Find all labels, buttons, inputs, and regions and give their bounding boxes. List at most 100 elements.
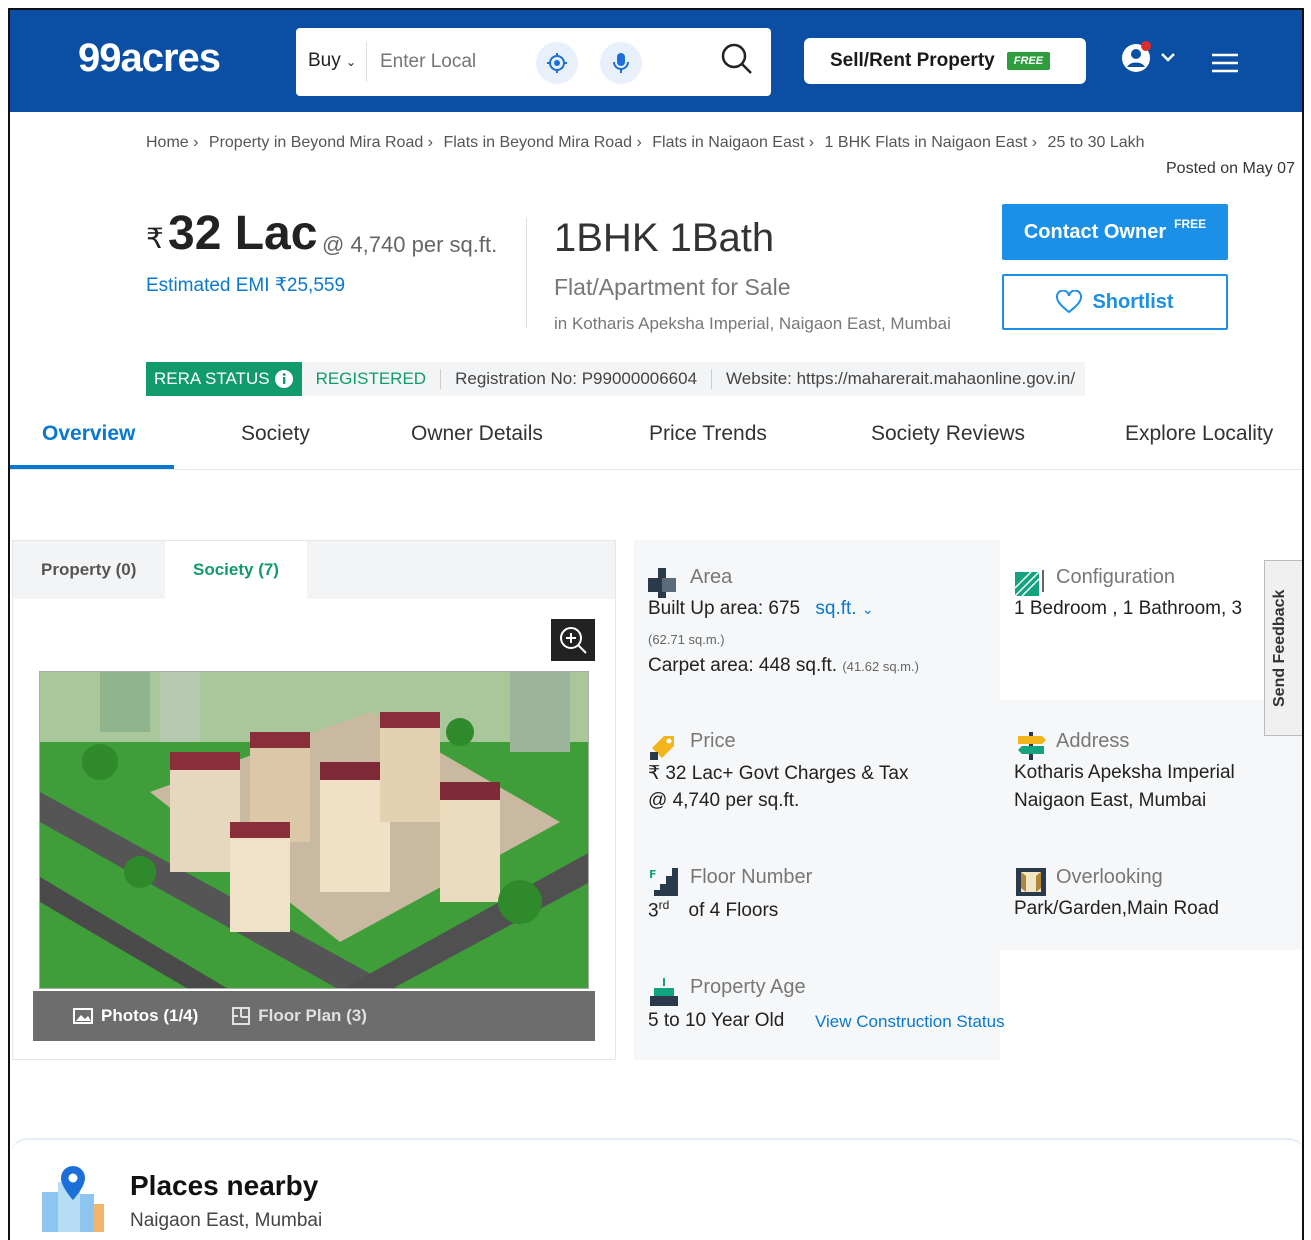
- cake-icon: [650, 978, 678, 1006]
- buy-dropdown[interactable]: Buy ⌄: [308, 50, 356, 72]
- posted-date: Posted on May 07: [1166, 160, 1295, 177]
- overlooking-label: Overlooking: [1056, 866, 1163, 888]
- contact-owner-button[interactable]: Contact Owner FREE: [1002, 204, 1228, 260]
- places-nearby-title: Places nearby: [130, 1170, 319, 1201]
- divider: [526, 218, 527, 328]
- configuration-icon: [1014, 570, 1044, 597]
- sell-rent-label: Sell/Rent Property: [830, 50, 995, 71]
- area-icon: [648, 568, 676, 598]
- rera-details: REGISTERED Registration No: P99000006604…: [301, 362, 1086, 396]
- location-target-icon: [547, 53, 567, 73]
- gallery-footer: Photos (1/4) Floor Plan (3): [33, 991, 595, 1041]
- active-tab-indicator: [10, 465, 174, 469]
- window-icon: [1016, 868, 1046, 896]
- zoom-in-icon: [560, 627, 587, 654]
- rera-bar: RERA STATUS REGISTERED Registration No: …: [146, 362, 1086, 396]
- places-nearby-section: Places nearby Naigaon East, Mumbai: [10, 1138, 1302, 1240]
- section-tabs: Overview Society Owner Details Price Tre…: [10, 410, 1302, 470]
- rera-website[interactable]: Website: https://maharerait.mahaonline.g…: [712, 369, 1085, 389]
- site-logo[interactable]: 99acres: [78, 36, 221, 81]
- listing-title: 1BHK 1Bath: [554, 216, 775, 260]
- tab-owner-details[interactable]: Owner Details: [411, 422, 543, 446]
- tab-society[interactable]: Society: [241, 422, 310, 446]
- unit-dropdown[interactable]: sq.ft. ⌄: [815, 598, 873, 619]
- estimated-emi-link[interactable]: Estimated EMI ₹25,559: [146, 274, 345, 297]
- listing-price: 32 Lac: [168, 207, 318, 260]
- floor-plan-button[interactable]: Floor Plan (3): [232, 1006, 367, 1026]
- floor-value: 3rd of 4 Floors: [648, 898, 778, 922]
- configuration-label: Configuration: [1056, 566, 1175, 588]
- browser-page: 99acres Buy ⌄ Sell/Rent Property FREE: [8, 8, 1304, 1240]
- floor-label: Floor Number: [690, 866, 813, 888]
- gallery-tab-property[interactable]: Property (0): [13, 541, 164, 599]
- breadcrumb-item[interactable]: Flats in Naigaon East ›: [652, 134, 814, 151]
- info-icon[interactable]: [274, 369, 294, 389]
- breadcrumb-item[interactable]: 1 BHK Flats in Naigaon East ›: [825, 134, 1038, 151]
- shortlist-label: Shortlist: [1092, 290, 1174, 313]
- built-up-sqm: (62.71 sq.m.): [648, 632, 725, 647]
- signpost-icon: [1018, 732, 1046, 760]
- microphone-icon: [613, 53, 629, 73]
- zoom-button[interactable]: [551, 619, 595, 661]
- divider: [366, 42, 367, 82]
- heart-icon: [1056, 290, 1083, 314]
- property-age-value: 5 to 10 Year Old: [648, 1010, 785, 1031]
- society-photo[interactable]: [39, 671, 589, 989]
- overlooking-value: Park/Garden,Main Road: [1014, 898, 1219, 919]
- view-construction-status-link[interactable]: View Construction Status: [815, 1012, 1005, 1032]
- tab-explore-locality[interactable]: Explore Locality: [1125, 422, 1273, 446]
- chevron-down-icon: ⌄: [346, 55, 357, 69]
- rera-status-label: RERA STATUS: [154, 369, 270, 388]
- breadcrumb-item[interactable]: 25 to 30 Lakh: [1048, 134, 1145, 151]
- hamburger-menu-button[interactable]: [1210, 52, 1240, 79]
- property-type: Flat/Apartment for Sale: [554, 274, 791, 300]
- price-label: Price: [690, 730, 736, 752]
- property-age-label: Property Age: [690, 976, 806, 998]
- tab-overview[interactable]: Overview: [42, 422, 135, 446]
- search-input[interactable]: [380, 44, 530, 80]
- area-label: Area: [690, 566, 733, 588]
- floor-suffix: rd: [658, 898, 670, 912]
- built-up-value: Built Up area: 675: [648, 598, 801, 619]
- gallery-tabs: Property (0) Society (7): [13, 541, 615, 599]
- free-badge: FREE: [1174, 217, 1207, 231]
- search-box: Buy ⌄: [296, 28, 771, 96]
- shortlist-button[interactable]: Shortlist: [1002, 274, 1228, 330]
- free-badge: FREE: [1006, 52, 1051, 70]
- property-location: in Kotharis Apeksha Imperial, Naigaon Ea…: [554, 314, 951, 333]
- floor-number: 3: [648, 900, 659, 922]
- rera-registered: REGISTERED: [302, 369, 442, 389]
- photo-gallery: Property (0) Society (7) Photos (1/4) Fl…: [12, 540, 616, 1060]
- address-line-1: Kotharis Apeksha Imperial: [1014, 762, 1235, 783]
- price-line-2: @ 4,740 per sq.ft.: [648, 790, 800, 811]
- rupee-symbol: ₹: [146, 223, 164, 254]
- price-line-1: ₹ 32 Lac+ Govt Charges & Tax: [648, 763, 909, 784]
- tab-society-reviews[interactable]: Society Reviews: [871, 422, 1025, 446]
- rera-status-badge: RERA STATUS: [146, 362, 302, 396]
- voice-search-button[interactable]: [600, 42, 642, 84]
- send-feedback-label: Send Feedback: [1271, 589, 1288, 707]
- hamburger-icon: [1212, 53, 1238, 73]
- search-button[interactable]: [720, 42, 754, 81]
- floor-icon: F: [649, 868, 678, 896]
- locate-me-button[interactable]: [536, 42, 578, 84]
- floor-plan-label: Floor Plan (3): [258, 1006, 367, 1025]
- building-rendering-image: [40, 672, 588, 988]
- rera-registration-number: Registration No: P99000006604: [441, 369, 713, 389]
- send-feedback-tab[interactable]: Send Feedback: [1264, 560, 1302, 736]
- photos-button[interactable]: Photos (1/4): [73, 1006, 198, 1026]
- configuration-value: 1 Bedroom , 1 Bathroom, 3: [1014, 598, 1243, 619]
- breadcrumb-item[interactable]: Flats in Beyond Mira Road ›: [443, 134, 641, 151]
- tab-price-trends[interactable]: Price Trends: [649, 422, 767, 446]
- breadcrumb-item[interactable]: Home ›: [146, 134, 198, 151]
- user-menu[interactable]: [1120, 40, 1180, 81]
- gallery-tab-society[interactable]: Society (7): [165, 541, 307, 599]
- contact-owner-label: Contact Owner: [1023, 220, 1167, 243]
- carpet-value: Carpet area: 448 sq.ft.: [648, 655, 838, 676]
- breadcrumb-item[interactable]: Property in Beyond Mira Road ›: [209, 134, 433, 151]
- built-up-area: Built Up area: 675 sq.ft. ⌄: [648, 598, 874, 620]
- search-icon: [721, 43, 752, 74]
- unit-label: sq.ft.: [815, 598, 857, 619]
- buy-label: Buy: [308, 50, 341, 71]
- sell-rent-property-button[interactable]: Sell/Rent Property FREE: [804, 38, 1086, 84]
